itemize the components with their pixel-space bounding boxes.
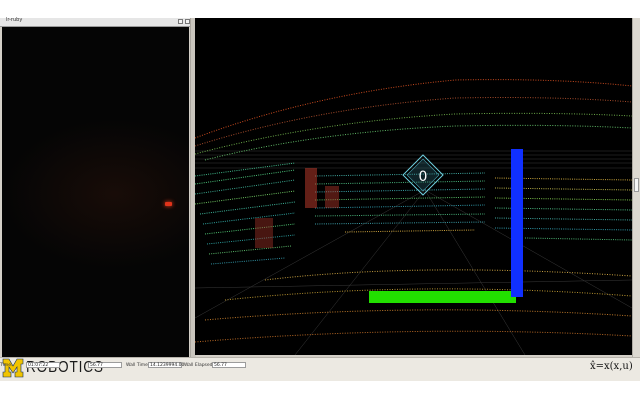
viewer-scrollbar-thumb[interactable] bbox=[634, 178, 639, 192]
michigan-m-logo bbox=[2, 358, 24, 378]
x-axis bbox=[369, 291, 516, 303]
wall-elapsed-label: Wall Elapsed: bbox=[184, 363, 215, 368]
status-bar: ROBOTICS Time: 01:07:22 56.77 Wall Time:… bbox=[0, 357, 640, 381]
wall-elapsed-field[interactable]: 56.77 bbox=[212, 362, 246, 368]
furniture-points bbox=[255, 168, 339, 248]
landmark-marker-label: 0 bbox=[419, 169, 428, 185]
z-axis bbox=[511, 149, 523, 297]
ceiling-points bbox=[195, 79, 632, 161]
time-label: Time: bbox=[0, 363, 13, 368]
lidar-scene: 0 bbox=[195, 79, 632, 355]
formula-logo: x̂=x(x,u) bbox=[590, 358, 638, 380]
floor-points bbox=[195, 269, 632, 343]
camera-image-view[interactable] bbox=[2, 27, 189, 363]
red-light-spot bbox=[165, 202, 172, 206]
camera-panel-titlebar: lr-ruby bbox=[0, 17, 192, 27]
camera-panel: lr-ruby bbox=[0, 17, 192, 367]
formula-logo-text: x̂=x(x,u) bbox=[590, 361, 633, 372]
left-wall-points bbox=[195, 162, 296, 265]
time-field[interactable]: 01:07:22 bbox=[26, 362, 60, 368]
viewer-scrollbar[interactable] bbox=[632, 18, 640, 367]
wall-time-label: Wall Time: bbox=[126, 363, 150, 368]
room-structure-points bbox=[314, 172, 632, 241]
landmark-marker[interactable]: 0 bbox=[402, 154, 444, 196]
wall-time-field[interactable]: 14.1239994.00 bbox=[148, 362, 184, 368]
elapsed-field[interactable]: 56.77 bbox=[88, 362, 122, 368]
lidar-3d-viewer[interactable]: 0 bbox=[195, 18, 632, 355]
camera-panel-title: lr-ruby bbox=[6, 17, 23, 23]
coordinate-axes bbox=[369, 149, 523, 303]
app-window: lr-ruby 0 bbox=[0, 17, 640, 380]
minimize-icon[interactable] bbox=[178, 19, 183, 24]
camera-scene bbox=[2, 119, 189, 269]
